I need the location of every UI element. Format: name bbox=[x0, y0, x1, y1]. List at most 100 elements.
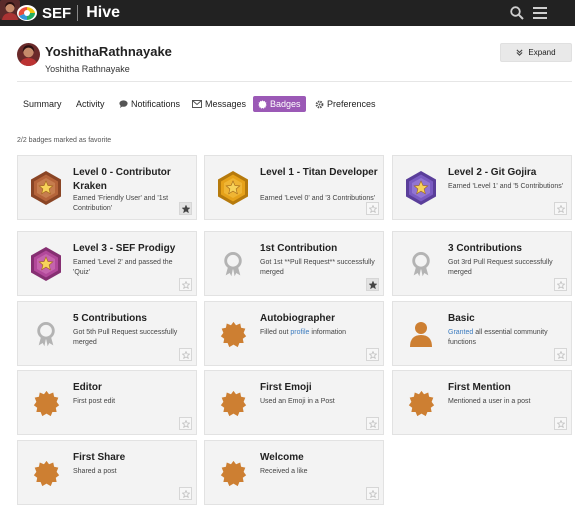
favorite-star-button[interactable] bbox=[366, 417, 379, 430]
badge-card[interactable]: Autobiographer Filled out profile informa… bbox=[204, 301, 384, 366]
hexagon-star-icon bbox=[28, 170, 64, 206]
badge-title: Level 0 - Contributor Kraken bbox=[73, 167, 171, 192]
star-icon bbox=[557, 351, 565, 359]
badge-description-link[interactable]: profile bbox=[290, 329, 309, 336]
badge-card[interactable]: Level 1 - Titan Developer Earned 'Level 0… bbox=[204, 155, 384, 220]
favorite-star-button[interactable] bbox=[554, 417, 567, 430]
comment-icon bbox=[119, 100, 128, 108]
favorite-star-button[interactable] bbox=[366, 487, 379, 500]
expand-button[interactable]: Expand bbox=[500, 43, 572, 62]
badge-description: Filled out profile information bbox=[260, 328, 378, 338]
tab-summary-label: Summary bbox=[23, 99, 62, 109]
hamburger-menu-icon[interactable] bbox=[530, 3, 550, 23]
favorites-count: 2/2 badges marked as favorite bbox=[17, 137, 112, 144]
badge-card[interactable]: Level 2 - Git Gojira Earned 'Level 1' and… bbox=[392, 155, 572, 220]
search-icon[interactable] bbox=[507, 3, 527, 23]
tab-preferences[interactable]: Preferences bbox=[315, 96, 376, 112]
hexagon-star-icon bbox=[403, 170, 439, 206]
badge-title: 1st Contribution bbox=[260, 243, 338, 254]
tab-messages-label: Messages bbox=[205, 99, 247, 109]
favorite-star-button[interactable] bbox=[179, 348, 192, 361]
award-ribbon-icon bbox=[215, 246, 251, 282]
logo-text: SEF bbox=[42, 4, 72, 22]
award-ribbon-icon bbox=[28, 316, 64, 352]
profile-fullname: Yoshitha Rathnayake bbox=[45, 64, 130, 74]
profile-avatar[interactable] bbox=[17, 43, 40, 66]
badge-description: Used an Emoji in a Post bbox=[260, 398, 335, 405]
badge-title: Welcome bbox=[260, 452, 304, 463]
favorite-star-button[interactable] bbox=[554, 278, 567, 291]
favorite-star-button[interactable] bbox=[554, 348, 567, 361]
badge-title: First Mention bbox=[448, 382, 511, 393]
badge-title: Level 1 - Titan Developer bbox=[260, 167, 378, 178]
logo-divider bbox=[77, 5, 79, 21]
favorite-star-button[interactable] bbox=[366, 202, 379, 215]
double-chevron-down-icon bbox=[516, 49, 523, 56]
certificate-icon bbox=[258, 99, 267, 109]
badge-card[interactable]: First Mention Mentioned a user in a post bbox=[392, 370, 572, 435]
badge-card[interactable]: 5 Contributions Got 5th Pull Request succ… bbox=[17, 301, 197, 366]
favorite-star-button[interactable] bbox=[366, 348, 379, 361]
star-icon bbox=[369, 490, 377, 498]
favorite-star-button[interactable] bbox=[179, 202, 192, 215]
star-icon bbox=[369, 281, 377, 289]
badge-title: Editor bbox=[73, 382, 102, 393]
badge-title: First Share bbox=[73, 452, 126, 463]
badge-card[interactable]: 1st Contribution Got 1st **Pull Request**… bbox=[204, 231, 384, 296]
tab-summary[interactable]: Summary bbox=[23, 96, 62, 112]
badge-description: Got 3rd Pull Request successfully merged bbox=[448, 259, 553, 276]
badge-description: Mentioned a user in a post bbox=[448, 398, 531, 405]
profile-username: YoshithaRathnayake bbox=[45, 44, 172, 59]
hexagon-star-icon bbox=[28, 246, 64, 282]
tab-badges[interactable]: Badges bbox=[253, 96, 306, 112]
tab-activity[interactable]: Activity bbox=[76, 96, 105, 112]
certificate-icon bbox=[28, 455, 64, 491]
star-icon bbox=[557, 281, 565, 289]
badge-description: Earned 'Level 1' and '5 Contributions' bbox=[448, 183, 564, 190]
star-icon bbox=[182, 420, 190, 428]
favorite-star-button[interactable] bbox=[179, 278, 192, 291]
tab-notifications-label: Notifications bbox=[131, 99, 181, 109]
badge-description-link[interactable]: Granted bbox=[448, 329, 473, 336]
app-name: Hive bbox=[86, 4, 120, 21]
favorite-star-button[interactable] bbox=[179, 487, 192, 500]
star-icon bbox=[182, 205, 190, 213]
badge-description: Earned 'Level 2' and passed the 'Quiz' bbox=[73, 259, 173, 276]
badge-card[interactable]: Level 0 - Contributor Kraken Earned 'Frie… bbox=[17, 155, 197, 220]
badge-card[interactable]: Level 3 - SEF Prodigy Earned 'Level 2' an… bbox=[17, 231, 197, 296]
tab-activity-label: Activity bbox=[76, 99, 105, 109]
favorite-star-button[interactable] bbox=[366, 278, 379, 291]
tab-badges-label: Badges bbox=[270, 99, 301, 109]
badge-card[interactable]: First Emoji Used an Emoji in a Post bbox=[204, 370, 384, 435]
badge-description: Got 5th Pull Request successfully merged bbox=[73, 329, 178, 346]
certificate-icon bbox=[215, 455, 251, 491]
badge-card[interactable]: 3 Contributions Got 3rd Pull Request succ… bbox=[392, 231, 572, 296]
sef-logo-icon bbox=[17, 5, 37, 21]
tab-notifications[interactable]: Notifications bbox=[119, 96, 180, 112]
certificate-icon bbox=[215, 385, 251, 421]
badge-description-text: Filled out bbox=[260, 329, 291, 336]
tab-preferences-label: Preferences bbox=[327, 99, 376, 109]
user-icon bbox=[403, 316, 439, 352]
star-icon bbox=[182, 281, 190, 289]
badge-title: 3 Contributions bbox=[448, 243, 522, 254]
favorite-star-button[interactable] bbox=[554, 202, 567, 215]
star-icon bbox=[182, 490, 190, 498]
badge-description: Received a like bbox=[260, 468, 308, 475]
star-icon bbox=[182, 351, 190, 359]
award-ribbon-icon bbox=[403, 246, 439, 282]
badge-card[interactable]: Editor First post edit bbox=[17, 370, 197, 435]
badge-title: 5 Contributions bbox=[73, 313, 147, 324]
tab-messages[interactable]: Messages bbox=[192, 96, 246, 112]
app-logo[interactable]: SEF Hive bbox=[16, 2, 120, 24]
badge-card[interactable]: Basic Granted all essential community fun… bbox=[392, 301, 572, 366]
gear-icon bbox=[315, 100, 324, 108]
header-divider bbox=[17, 81, 572, 82]
star-icon bbox=[369, 351, 377, 359]
favorite-star-button[interactable] bbox=[179, 417, 192, 430]
badge-description: First post edit bbox=[73, 398, 116, 405]
badge-card[interactable]: Welcome Received a like bbox=[204, 440, 384, 505]
badge-title: Autobiographer bbox=[260, 313, 335, 324]
badge-title: Basic bbox=[448, 313, 475, 324]
badge-card[interactable]: First Share Shared a post bbox=[17, 440, 197, 505]
